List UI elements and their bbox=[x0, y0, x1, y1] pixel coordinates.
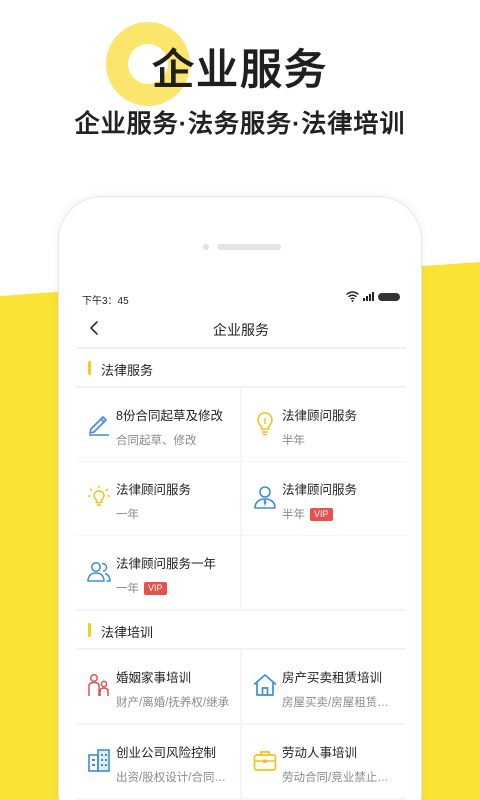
card-subtitle: 出资/股权设计/合同… bbox=[116, 772, 226, 784]
user-tie-icon bbox=[254, 486, 276, 509]
training-card[interactable]: 创业公司风险控制 出资/股权设计/合同… bbox=[76, 725, 240, 798]
battery-icon bbox=[378, 292, 400, 301]
card-subtitle: 劳动合同/竞业禁止… bbox=[282, 772, 389, 784]
signal-icon bbox=[363, 292, 374, 301]
card-title: 创业公司风险控制 bbox=[116, 746, 217, 760]
card-subtitle: 合同起草、修改 bbox=[116, 435, 197, 447]
card-title: 法律顾问服务 bbox=[116, 483, 192, 497]
service-card[interactable]: 8份合同起草及修改 合同起草、修改 bbox=[76, 388, 240, 461]
lightbulb-glow-icon bbox=[88, 485, 110, 506]
training-card[interactable]: 房产买卖租赁培训 房屋买卖/房屋租赁… bbox=[242, 650, 406, 723]
card-title: 婚姻家事培训 bbox=[116, 671, 192, 685]
vip-badge: VIP bbox=[310, 508, 333, 521]
status-bar: 下午3：45 bbox=[76, 286, 406, 308]
section-header-legal-services: 法律服务 bbox=[76, 349, 406, 387]
family-icon bbox=[88, 674, 109, 696]
app-screen: 下午3：45 企业服务 法律服务 8份合同起草及修改 合同起草、修改 法律顾问服… bbox=[76, 286, 406, 800]
pencil-icon bbox=[89, 416, 109, 436]
house-icon bbox=[253, 674, 277, 696]
card-title: 8份合同起草及修改 bbox=[116, 409, 223, 423]
card-subtitle-text: 半年 bbox=[282, 509, 305, 521]
section-title: 法律服务 bbox=[101, 363, 154, 378]
card-title: 法律顾问服务 bbox=[282, 483, 358, 497]
card-subtitle-text: 一年 bbox=[116, 583, 139, 595]
empty-card bbox=[242, 536, 406, 609]
training-card[interactable]: 婚姻家事培训 财产/离婚/抚养权/继承 bbox=[76, 650, 240, 723]
card-subtitle: 半年 VIP bbox=[282, 506, 402, 522]
service-card[interactable]: 法律顾问服务一年 一年 VIP bbox=[76, 536, 240, 609]
section-accent-bar bbox=[88, 623, 91, 637]
card-title: 法律顾问服务一年 bbox=[116, 557, 217, 571]
phone-camera bbox=[203, 244, 209, 250]
nav-bar: 企业服务 bbox=[76, 308, 406, 348]
section-title: 法律培训 bbox=[101, 625, 154, 640]
building-icon bbox=[88, 749, 110, 772]
card-title: 法律顾问服务 bbox=[282, 409, 358, 423]
hero-subtitle: 企业服务·法务服务·法律培训 bbox=[74, 110, 406, 138]
card-title: 劳动人事培训 bbox=[282, 746, 358, 760]
service-card[interactable]: 法律顾问服务 一年 bbox=[76, 462, 240, 535]
section-accent-bar bbox=[88, 361, 91, 375]
card-subtitle: 一年 bbox=[116, 509, 139, 521]
status-time: 下午3：45 bbox=[82, 296, 129, 307]
card-subtitle: 一年 VIP bbox=[116, 580, 236, 596]
vip-badge: VIP bbox=[144, 582, 167, 595]
service-card[interactable]: 法律顾问服务 半年 bbox=[242, 388, 406, 461]
card-subtitle: 半年 bbox=[282, 435, 305, 447]
lightbulb-icon bbox=[257, 412, 273, 436]
training-card[interactable]: 劳动人事培训 劳动合同/竞业禁止… bbox=[242, 725, 406, 798]
briefcase-icon bbox=[253, 751, 277, 771]
phone-speaker bbox=[217, 244, 281, 250]
users-icon bbox=[87, 562, 111, 582]
hero-title: 企业服务 bbox=[151, 46, 328, 93]
nav-title: 企业服务 bbox=[213, 322, 269, 338]
service-card[interactable]: 法律顾问服务 半年 VIP bbox=[242, 462, 406, 535]
card-subtitle: 房屋买卖/房屋租赁… bbox=[282, 697, 389, 709]
wifi-icon bbox=[346, 291, 359, 302]
section-header-legal-training: 法律培训 bbox=[76, 611, 406, 649]
card-title: 房产买卖租赁培训 bbox=[282, 671, 383, 685]
card-subtitle: 财产/离婚/抚养权/继承 bbox=[116, 697, 230, 709]
